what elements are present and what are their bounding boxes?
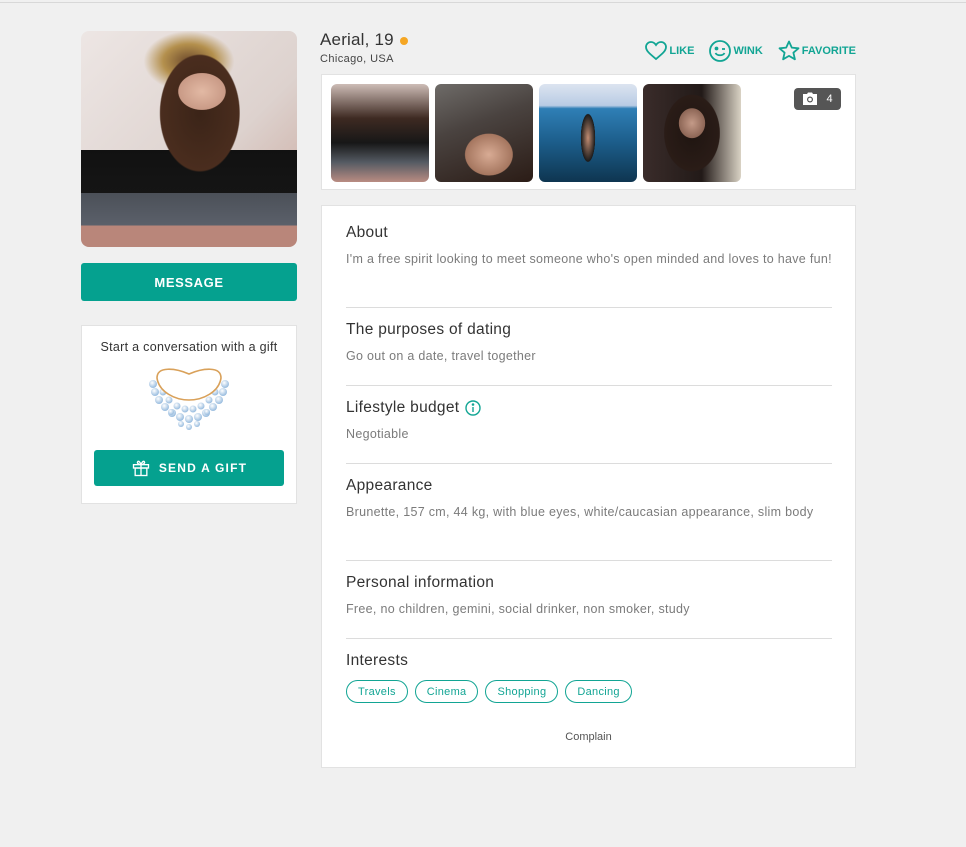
section-interests: Interests Travels Cinema Shopping Dancin…: [346, 639, 832, 703]
section-title: The purposes of dating: [346, 321, 512, 338]
star-icon: [778, 40, 800, 61]
send-gift-label: SEND A GIFT: [158, 461, 248, 475]
section-about: About I'm a free spirit looking to meet …: [346, 224, 832, 308]
photo-thumbnail[interactable]: [331, 84, 429, 182]
info-icon[interactable]: [465, 400, 482, 416]
photo-count: 4: [826, 93, 833, 105]
profile-actions: LIKE WINK FAVORITE: [644, 39, 856, 63]
section-title: Lifestyle budget: [346, 399, 460, 416]
gift-icon: [132, 460, 150, 477]
interest-tag[interactable]: Dancing: [565, 680, 632, 703]
message-button-label: MESSAGE: [154, 274, 224, 290]
interest-tag[interactable]: Cinema: [414, 680, 479, 703]
wink-face-icon: [709, 40, 732, 62]
online-status-dot: [399, 37, 408, 45]
photo-thumbnail[interactable]: [435, 84, 533, 182]
section-lifestyle-budget: Lifestyle budget Negotiable: [346, 386, 832, 464]
section-text: Go out on a date, travel together: [346, 349, 536, 363]
profile-name-age: Aerial, 19: [320, 30, 394, 49]
necklace-gift-image: [149, 368, 229, 430]
send-gift-button[interactable]: SEND A GIFT: [94, 450, 284, 486]
heart-icon: [645, 41, 668, 61]
section-title: Personal information: [346, 574, 495, 591]
like-label: LIKE: [669, 45, 695, 57]
photo-count-badge[interactable]: 4: [794, 88, 841, 110]
favorite-button[interactable]: FAVORITE: [777, 39, 856, 63]
section-purposes: The purposes of dating Go out on a date,…: [346, 308, 832, 386]
section-title: About: [346, 224, 389, 241]
gift-card: Start a conversation with a gift SEND A …: [81, 325, 297, 504]
wink-label: WINK: [733, 45, 763, 57]
profile-header: Aerial, 19 Chicago, USA LIKE WINK FAVORI…: [320, 30, 856, 70]
section-text: Brunette, 157 cm, 44 kg, with blue eyes,…: [346, 505, 814, 519]
left-column: MESSAGE Start a conversation with a gift: [81, 31, 297, 504]
section-text: I'm a free spirit looking to meet someon…: [346, 252, 832, 266]
complain-link[interactable]: Complain: [322, 731, 855, 743]
section-appearance: Appearance Brunette, 157 cm, 44 kg, with…: [346, 464, 832, 561]
gift-title: Start a conversation with a gift: [100, 340, 278, 354]
photo-thumbnail[interactable]: [539, 84, 637, 182]
favorite-label: FAVORITE: [801, 45, 856, 57]
photo-gallery: 4: [321, 74, 856, 190]
profile-photo[interactable]: [81, 31, 297, 247]
section-title: Appearance: [346, 477, 433, 494]
camera-icon: [803, 92, 818, 105]
message-button[interactable]: MESSAGE: [81, 263, 297, 301]
section-text: Negotiable: [346, 427, 409, 441]
section-personal-information: Personal information Free, no children, …: [346, 561, 832, 639]
interest-tag[interactable]: Travels: [346, 680, 408, 703]
top-divider: [0, 2, 966, 3]
like-button[interactable]: LIKE: [644, 39, 694, 63]
wink-button[interactable]: WINK: [708, 39, 763, 63]
interest-tags: Travels Cinema Shopping Dancing: [346, 680, 832, 703]
section-text: Free, no children, gemini, social drinke…: [346, 602, 690, 616]
section-title: Interests: [346, 652, 409, 669]
photo-thumbnail[interactable]: [643, 84, 741, 182]
profile-info-card: About I'm a free spirit looking to meet …: [321, 205, 856, 768]
interest-tag[interactable]: Shopping: [485, 680, 559, 703]
